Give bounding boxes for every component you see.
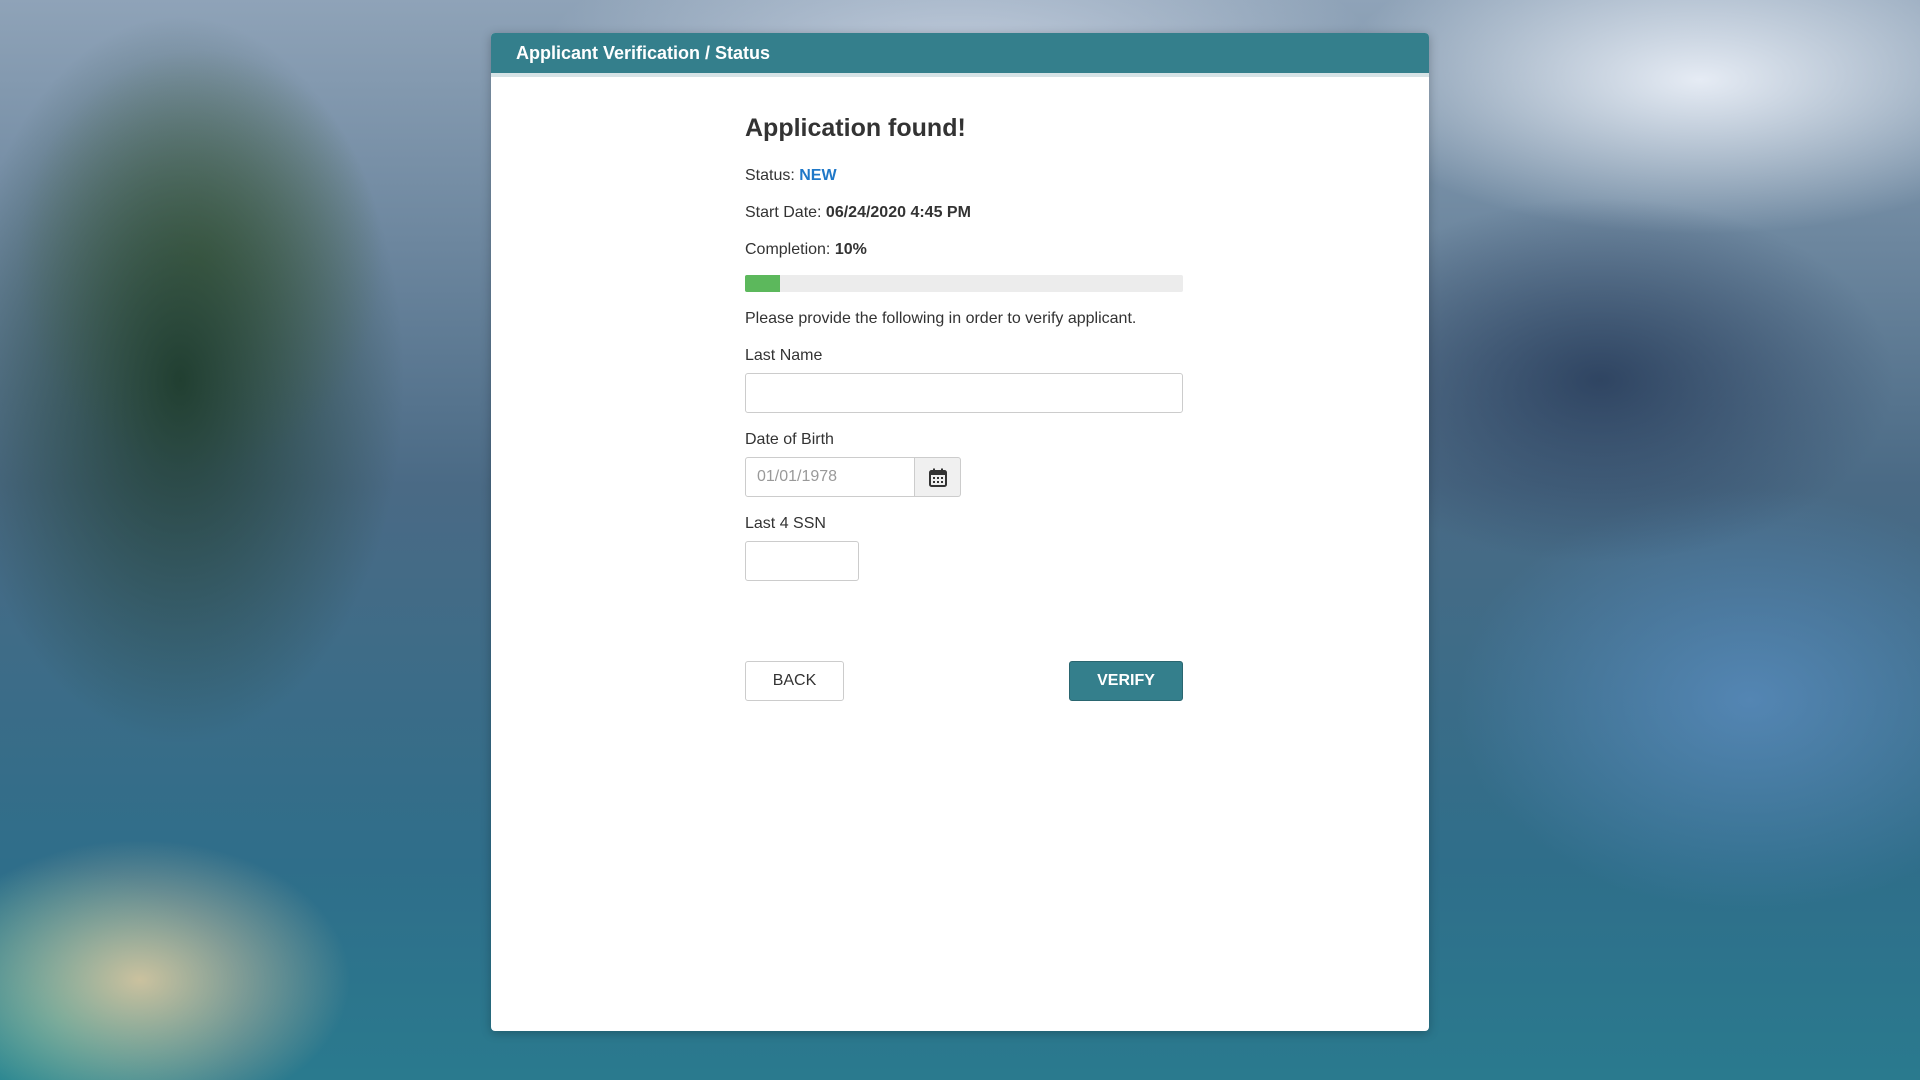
calendar-button[interactable] xyxy=(915,457,961,497)
verification-content: Application found! Status: NEW Start Dat… xyxy=(745,113,1183,701)
completion-line: Completion: 10% xyxy=(745,240,1183,260)
ssn-input[interactable] xyxy=(745,541,859,581)
last-name-label: Last Name xyxy=(745,347,823,364)
start-date-label: Start Date: xyxy=(745,204,826,221)
last-name-input[interactable] xyxy=(745,373,1183,413)
status-badge: NEW xyxy=(799,167,837,184)
completion-progress-fill xyxy=(745,275,781,292)
completion-progress-bar xyxy=(745,275,1183,292)
instructions-text: Please provide the following in order to… xyxy=(745,310,1137,327)
status-label: Status: xyxy=(745,167,800,184)
ssn-label: Last 4 SSN xyxy=(745,515,826,532)
start-date-value: 06/24/2020 4:45 PM xyxy=(825,204,971,221)
back-button[interactable]: BACK xyxy=(745,661,844,701)
dob-label: Date of Birth xyxy=(745,431,834,448)
dob-input[interactable] xyxy=(745,457,915,497)
status-line: Status: NEW xyxy=(745,166,1183,186)
start-date-line: Start Date: 06/24/2020 4:45 PM xyxy=(745,203,1183,223)
calendar-icon xyxy=(928,468,947,487)
verify-button[interactable]: VERIFY xyxy=(1069,661,1183,701)
verification-panel: Applicant Verification / Status Applicat… xyxy=(491,33,1429,1031)
completion-label: Completion: xyxy=(745,241,835,258)
dob-input-group xyxy=(745,457,1183,497)
page-title: Application found! xyxy=(745,114,966,142)
panel-header-title: Applicant Verification / Status xyxy=(491,33,1429,77)
action-buttons: BACK VERIFY xyxy=(745,661,1183,701)
completion-value: 10% xyxy=(834,241,867,258)
